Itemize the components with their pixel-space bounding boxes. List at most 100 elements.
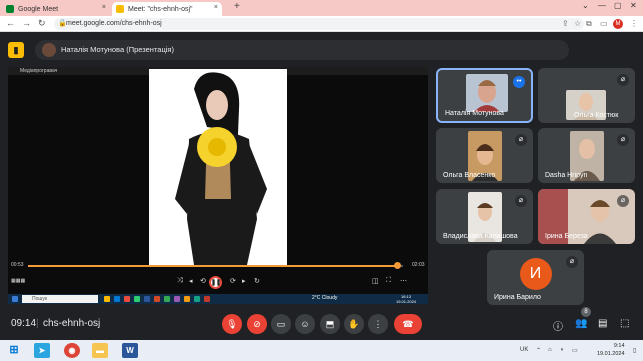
participant-name: Наталія Мотунова bbox=[445, 110, 504, 117]
people-count-badge: 8 bbox=[581, 307, 591, 317]
meeting-details-icon[interactable]: ⓘ bbox=[553, 318, 563, 333]
divider: | bbox=[36, 318, 39, 329]
volume-icon[interactable]: ◖ bbox=[560, 347, 564, 353]
leave-call-button[interactable]: ☎ bbox=[394, 314, 422, 334]
meeting-clock: 09:14 bbox=[11, 318, 37, 329]
maximize-icon[interactable]: ▢ bbox=[614, 1, 622, 10]
participant-name: Ольга Власенко bbox=[443, 172, 496, 179]
people-icon[interactable]: 👥 bbox=[575, 318, 587, 329]
tab-google-meet[interactable]: Google Meet × bbox=[2, 2, 110, 16]
camera-toggle-button[interactable]: ⊘ bbox=[247, 314, 267, 334]
language-indicator[interactable]: UK bbox=[520, 347, 528, 353]
present-button[interactable]: ⬒ bbox=[320, 314, 340, 334]
url-text: meet.google.com/chs-ehnh-osj bbox=[66, 20, 162, 27]
participant-tile-iryna-barylo[interactable]: И ⌀ Ирина Барило bbox=[487, 250, 584, 305]
shared-start-icon bbox=[12, 296, 18, 302]
time-elapsed: 00:53 bbox=[11, 262, 24, 268]
telegram-icon[interactable]: ➤ bbox=[34, 343, 50, 358]
pause-button[interactable]: ❚❚ bbox=[209, 276, 222, 289]
tab-search-icon[interactable]: ⌄ bbox=[582, 1, 589, 10]
clock-time: 9:14 bbox=[613, 343, 625, 349]
presenter-title: Наталія Мотунова (Презентація) bbox=[61, 45, 174, 54]
close-window-icon[interactable]: ✕ bbox=[630, 1, 637, 10]
participant-name: Ирина Барило bbox=[494, 294, 541, 301]
mic-off-icon: ⌀ bbox=[566, 256, 578, 268]
minimize-icon[interactable]: — bbox=[598, 1, 606, 10]
shared-app-icon bbox=[124, 296, 130, 302]
mic-toggle-button[interactable]: 🎙 bbox=[222, 314, 242, 334]
participant-name: Ольга Костюк bbox=[574, 112, 619, 119]
participant-tile-iryna-bereza[interactable]: ⌀ Ірина Береза bbox=[538, 189, 635, 244]
mic-off-icon: ⌀ bbox=[617, 74, 629, 86]
new-tab-button[interactable]: + bbox=[234, 1, 240, 12]
tray-arrow-icon[interactable]: ⌃ bbox=[536, 347, 541, 354]
meet-favicon bbox=[6, 5, 14, 13]
mic-off-icon: ⌀ bbox=[515, 134, 527, 146]
tab-meet-call[interactable]: Meet: "chs-ehnh-osj" × bbox=[112, 2, 222, 16]
star-icon[interactable]: ☆ bbox=[574, 19, 581, 28]
rewind-icon[interactable]: ⟲ bbox=[200, 277, 206, 285]
participant-tile-olha-kostiuk[interactable]: ⌀ Ольга Костюк bbox=[538, 68, 635, 123]
lock-icon: 🔒 bbox=[58, 20, 67, 27]
participant-tile-nataliia[interactable]: •• Наталія Мотунова bbox=[436, 68, 533, 123]
file-explorer-icon[interactable]: ▬ bbox=[92, 343, 108, 358]
reload-icon[interactable]: ↻ bbox=[38, 18, 46, 29]
mic-off-icon: ⌀ bbox=[617, 134, 629, 146]
extensions-icon[interactable]: ⧉ bbox=[586, 19, 592, 29]
shared-app-icon bbox=[194, 296, 200, 302]
shared-search-box: Пошук bbox=[22, 295, 98, 303]
menu-dots-icon[interactable]: ⋮ bbox=[630, 19, 638, 28]
fullscreen-icon[interactable]: ⛶ bbox=[386, 277, 391, 285]
volume-icon[interactable]: ◫ bbox=[372, 277, 379, 285]
player-more-icon[interactable]: ⋯ bbox=[400, 277, 407, 285]
shared-app-icon bbox=[134, 296, 140, 302]
presented-video-frame bbox=[149, 69, 287, 265]
participant-tile-vladyslava[interactable]: ⌀ Владислава Калашова bbox=[436, 189, 533, 244]
network-icon[interactable]: ⌂ bbox=[548, 347, 552, 353]
more-options-button[interactable]: ⋮ bbox=[368, 314, 388, 334]
mic-off-icon: ⌀ bbox=[515, 195, 527, 207]
share-icon[interactable]: ⇪ bbox=[562, 19, 569, 28]
sidebar-icon[interactable]: ▭ bbox=[600, 19, 608, 28]
forward-icon[interactable]: → bbox=[22, 18, 31, 28]
timeline-handle[interactable] bbox=[394, 262, 401, 269]
notifications-icon[interactable]: ▯ bbox=[633, 347, 636, 354]
tab-close-icon[interactable]: × bbox=[102, 4, 106, 11]
word-icon[interactable]: W bbox=[122, 343, 138, 358]
model-figure-image bbox=[175, 72, 267, 265]
next-icon[interactable]: ▸ bbox=[242, 277, 246, 285]
meet-favicon bbox=[116, 5, 124, 13]
back-icon[interactable]: ← bbox=[6, 18, 15, 28]
system-clock[interactable]: 9:14 19.01.2024 bbox=[597, 342, 625, 358]
video-info-icon[interactable]: ▦▦▦ bbox=[11, 278, 25, 284]
tab-close-icon[interactable]: × bbox=[214, 4, 218, 11]
captions-button[interactable]: ▭ bbox=[271, 314, 291, 334]
chat-icon[interactable]: ▤ bbox=[598, 318, 607, 329]
url-field[interactable]: 🔒 meet.google.com/chs-ehnh-osj bbox=[54, 18, 584, 30]
shared-search-text: Пошук bbox=[32, 296, 48, 302]
shuffle-icon[interactable]: ⤨ bbox=[177, 277, 183, 285]
emoji-button[interactable]: ☺ bbox=[295, 314, 315, 334]
participant-name: Владислава Калашова bbox=[443, 233, 518, 240]
profile-avatar[interactable]: M bbox=[613, 19, 623, 29]
presenter-avatar bbox=[42, 43, 56, 57]
battery-icon[interactable]: ▭ bbox=[572, 347, 578, 354]
time-total: 02:03 bbox=[412, 262, 425, 268]
repeat-icon[interactable]: ↻ bbox=[254, 277, 260, 285]
previous-icon[interactable]: ◂ bbox=[189, 277, 193, 285]
chrome-icon[interactable]: ◉ bbox=[64, 343, 80, 358]
windows-start-icon[interactable]: ⊞ bbox=[6, 343, 22, 358]
participant-tile-olha-vlasenko[interactable]: ⌀ Ольга Власенко bbox=[436, 128, 533, 183]
shared-app-icon bbox=[154, 296, 160, 302]
meeting-code: chs-ehnh-osj bbox=[43, 318, 101, 329]
participant-video bbox=[466, 74, 508, 112]
raise-hand-button[interactable]: ✋ bbox=[344, 314, 364, 334]
participant-name: Ірина Береза bbox=[545, 233, 588, 240]
participant-tile-dasha[interactable]: ⌀ Dasha Hripyn bbox=[538, 128, 635, 183]
shared-weather: 2°C Cloudy bbox=[312, 295, 338, 301]
forward-icon[interactable]: ⟳ bbox=[230, 277, 236, 285]
activities-icon[interactable]: ⬚ bbox=[620, 318, 629, 329]
participant-initial-avatar: И bbox=[519, 257, 552, 290]
tab-title: Google Meet bbox=[18, 5, 59, 13]
tab-title: Meet: "chs-ehnh-osj" bbox=[128, 5, 193, 13]
